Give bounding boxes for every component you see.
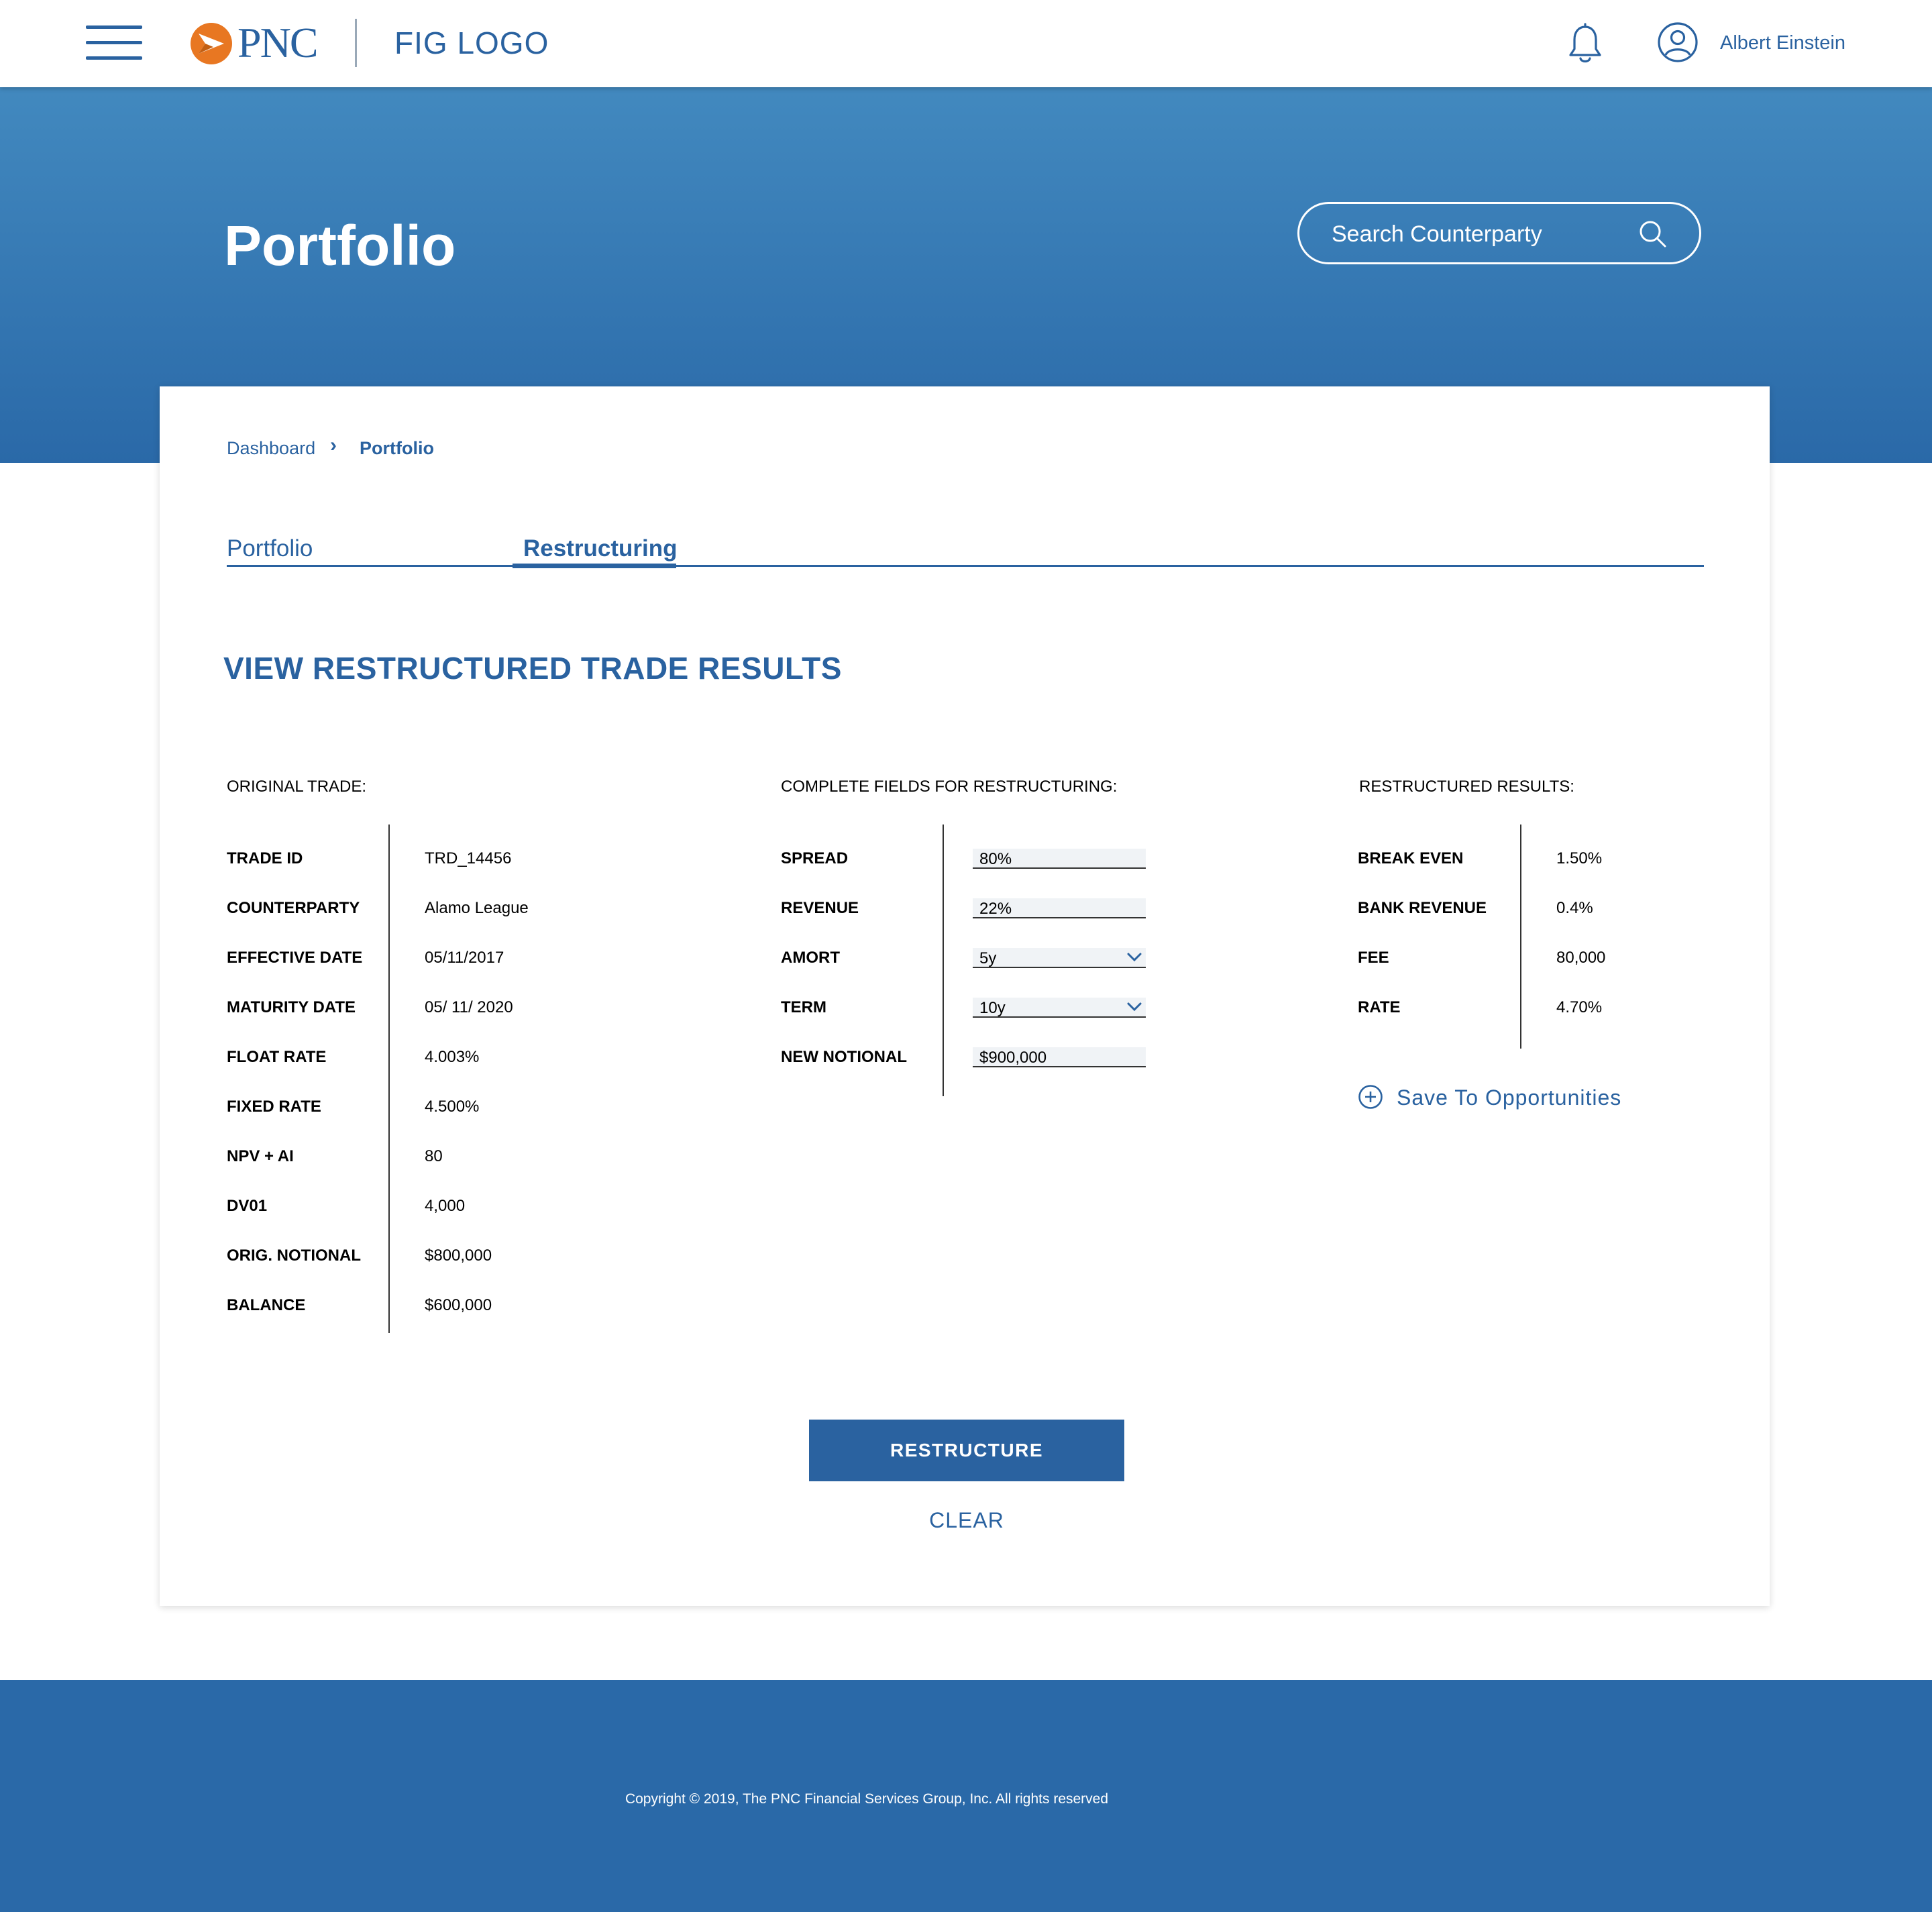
chevron-down-icon bbox=[1127, 1002, 1142, 1012]
npv-ai-value: 80 bbox=[425, 1147, 443, 1165]
npv-ai-label: NPV + AI bbox=[227, 1147, 294, 1165]
chevron-down-icon bbox=[1127, 953, 1142, 962]
float-rate-label: FLOAT RATE bbox=[227, 1048, 327, 1066]
search-counterparty-input[interactable]: Search Counterparty bbox=[1297, 202, 1701, 264]
menu-icon[interactable] bbox=[86, 25, 142, 60]
break-even-label: BREAK EVEN bbox=[1358, 849, 1464, 867]
tabs-divider bbox=[227, 565, 1704, 567]
restructuring-card: Dashboard › Portfolio Portfolio Restruct… bbox=[160, 386, 1770, 1606]
dv01-label: DV01 bbox=[227, 1197, 268, 1215]
fixed-rate-label: FIXED RATE bbox=[227, 1098, 321, 1116]
original-trade-divider bbox=[388, 825, 390, 1051]
fixed-rate-value: 4.500% bbox=[425, 1098, 480, 1116]
revenue-input-value: 22% bbox=[979, 900, 1012, 918]
top-navigation-bar: PNC FIG LOGO Albert Einstein bbox=[0, 0, 1932, 87]
amort-label: AMORT bbox=[781, 949, 840, 967]
trade-id-value: TRD_14456 bbox=[425, 849, 512, 867]
revenue-input[interactable]: 22% bbox=[973, 898, 1146, 918]
tab-portfolio[interactable]: Portfolio bbox=[227, 534, 313, 564]
logo-divider bbox=[355, 19, 357, 67]
page-footer: Copyright © 2019, The PNC Financial Serv… bbox=[0, 1680, 1932, 1912]
maturity-date-value: 05/ 11/ 2020 bbox=[425, 998, 513, 1016]
section-title: VIEW RESTRUCTURED TRADE RESULTS bbox=[223, 651, 842, 686]
term-select-value: 10y bbox=[979, 999, 1006, 1017]
amort-select-value: 5y bbox=[979, 949, 997, 967]
revenue-label: REVENUE bbox=[781, 899, 859, 917]
pnc-logo-icon bbox=[191, 23, 232, 64]
user-name[interactable]: Albert Einstein bbox=[1720, 30, 1845, 56]
bank-revenue-value: 0.4% bbox=[1556, 899, 1593, 917]
new-notional-label: NEW NOTIONAL bbox=[781, 1048, 907, 1066]
tab-restructuring[interactable]: Restructuring bbox=[523, 534, 677, 564]
amort-select[interactable]: 5y bbox=[973, 948, 1146, 968]
original-trade-divider-lower bbox=[388, 1051, 390, 1333]
fig-logo: FIG LOGO bbox=[394, 25, 549, 60]
bank-revenue-label: BANK REVENUE bbox=[1358, 899, 1487, 917]
spread-label: SPREAD bbox=[781, 849, 849, 867]
trade-id-label: TRADE ID bbox=[227, 849, 303, 867]
clear-button[interactable]: CLEAR bbox=[809, 1507, 1124, 1534]
fee-label: FEE bbox=[1358, 949, 1389, 967]
counterparty-label: COUNTERPARTY bbox=[227, 899, 360, 917]
results-divider bbox=[1520, 825, 1521, 1049]
orig-notional-label: ORIG. NOTIONAL bbox=[227, 1246, 361, 1265]
restructure-fields-divider bbox=[943, 825, 944, 1096]
new-notional-input-value: $900,000 bbox=[979, 1049, 1047, 1067]
restructure-fields-heading: COMPLETE FIELDS FOR RESTRUCTURING: bbox=[781, 778, 1118, 796]
effective-date-value: 05/11/2017 bbox=[425, 949, 504, 967]
fee-value: 80,000 bbox=[1556, 949, 1606, 967]
spread-input[interactable]: 80% bbox=[973, 849, 1146, 869]
rate-label: RATE bbox=[1358, 998, 1401, 1016]
original-trade-heading: ORIGINAL TRADE: bbox=[227, 778, 367, 796]
rate-value: 4.70% bbox=[1556, 998, 1603, 1016]
breadcrumb-portfolio[interactable]: Portfolio bbox=[360, 436, 434, 460]
break-even-value: 1.50% bbox=[1556, 849, 1603, 867]
effective-date-label: EFFECTIVE DATE bbox=[227, 949, 363, 967]
balance-value: $600,000 bbox=[425, 1296, 492, 1314]
term-label: TERM bbox=[781, 998, 826, 1016]
counterparty-value: Alamo League bbox=[425, 899, 529, 917]
search-icon[interactable] bbox=[1636, 217, 1670, 251]
new-notional-input[interactable]: $900,000 bbox=[973, 1047, 1146, 1067]
page-title: Portfolio bbox=[224, 214, 456, 277]
orig-notional-value: $800,000 bbox=[425, 1246, 492, 1265]
breadcrumb-chevron-icon: › bbox=[330, 434, 337, 456]
save-to-opportunities-label: Save To Opportunities bbox=[1397, 1085, 1622, 1110]
float-rate-value: 4.003% bbox=[425, 1048, 480, 1066]
plus-circle-icon bbox=[1358, 1085, 1383, 1109]
pnc-logo-text: PNC bbox=[237, 19, 318, 66]
breadcrumb-dashboard[interactable]: Dashboard bbox=[227, 436, 315, 460]
copyright-text: Copyright © 2019, The PNC Financial Serv… bbox=[625, 1791, 1109, 1807]
term-select[interactable]: 10y bbox=[973, 998, 1146, 1018]
spread-input-value: 80% bbox=[979, 850, 1012, 868]
maturity-date-label: MATURITY DATE bbox=[227, 998, 356, 1016]
search-placeholder: Search Counterparty bbox=[1332, 221, 1542, 247]
restructured-results-heading: RESTRUCTURED RESULTS: bbox=[1359, 778, 1574, 796]
user-avatar-icon[interactable] bbox=[1657, 21, 1699, 63]
restructure-button[interactable]: RESTRUCTURE bbox=[809, 1420, 1124, 1481]
dv01-value: 4,000 bbox=[425, 1197, 466, 1215]
bell-icon[interactable] bbox=[1563, 23, 1607, 67]
balance-label: BALANCE bbox=[227, 1296, 306, 1314]
active-tab-indicator bbox=[513, 564, 676, 568]
